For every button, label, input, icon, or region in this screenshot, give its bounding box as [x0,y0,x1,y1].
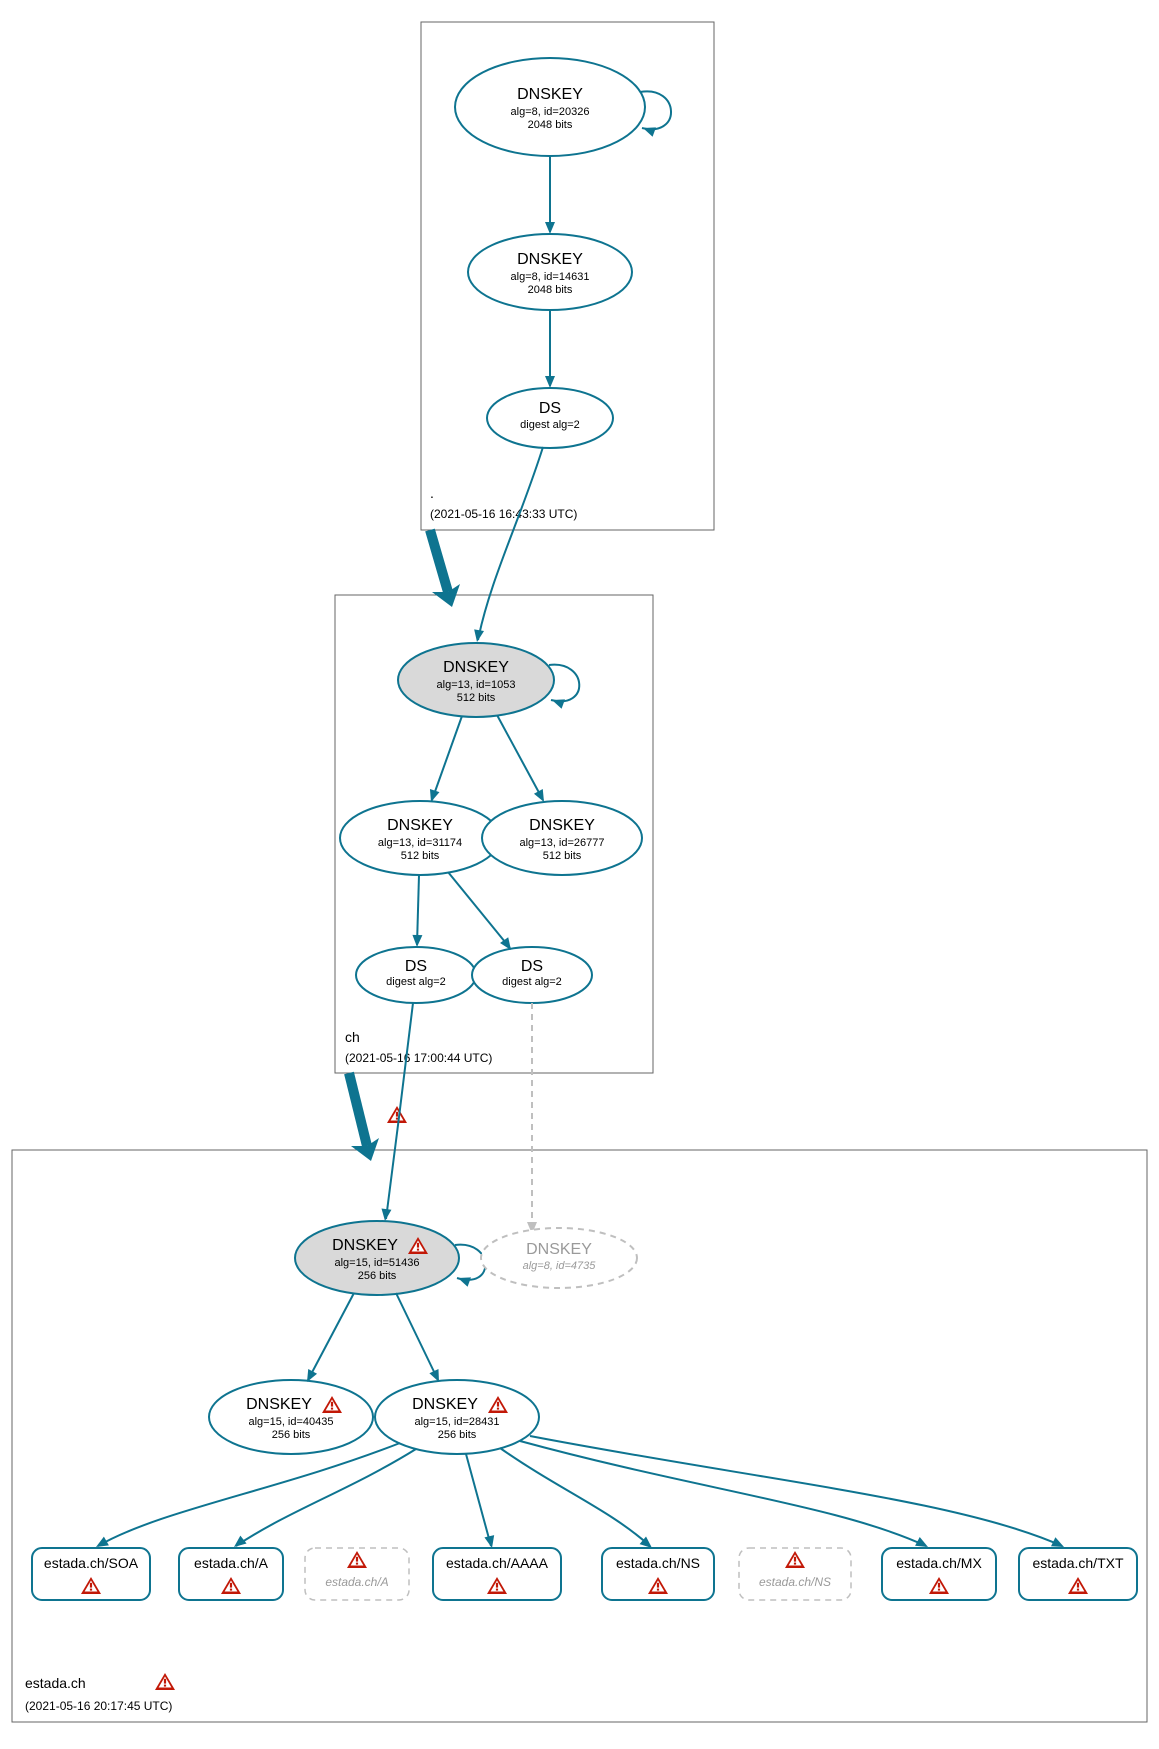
node-ch-zsk1-title: DNSKEY [387,817,453,834]
node-ch-ds1-title: DS [405,958,427,975]
node-ch-ds1[interactable]: DS digest alg=2 [356,947,476,1003]
node-ch-ds2-l1: digest alg=2 [502,976,562,988]
node-root-ds-title: DS [539,400,561,417]
node-rr-ns-na-title: estada.ch/NS [759,1575,831,1589]
zone-ch-time: (2021-05-16 17:00:44 UTC) [345,1051,492,1065]
node-root-zsk-title: DNSKEY [517,251,583,268]
node-est-missing-l1: alg=8, id=4735 [523,1260,597,1272]
node-root-ksk-l2: 2048 bits [528,119,573,131]
node-rr-mx[interactable]: estada.ch/MX [882,1548,996,1600]
node-ch-zsk1[interactable]: DNSKEY alg=13, id=31174 512 bits [340,801,500,875]
node-est-ksk-title: DNSKEY [332,1237,398,1254]
node-est-zsk2-title: DNSKEY [412,1396,478,1413]
node-ch-ksk-l2: 512 bits [457,692,496,704]
node-ch-zsk2-l2: 512 bits [543,850,582,862]
zone-ch-label: ch [345,1029,360,1045]
node-root-ds-l1: digest alg=2 [520,419,580,431]
node-est-ksk-l2: 256 bits [358,1270,397,1282]
node-rr-aaaa-title: estada.ch/AAAA [446,1555,549,1571]
node-ch-zsk2-title: DNSKEY [529,817,595,834]
node-est-zsk1-l2: 256 bits [272,1429,311,1441]
node-rr-txt[interactable]: estada.ch/TXT [1019,1548,1137,1600]
node-est-ksk-l1: alg=15, id=51436 [334,1257,419,1269]
node-root-zsk-l1: alg=8, id=14631 [511,271,590,283]
zone-root-label: . [430,485,434,501]
node-rr-a-na[interactable]: estada.ch/A [305,1548,409,1600]
node-rr-soa-title: estada.ch/SOA [44,1555,139,1571]
node-root-ds[interactable]: DS digest alg=2 [487,388,613,448]
zone-estada-time: (2021-05-16 20:17:45 UTC) [25,1699,172,1713]
node-root-ksk-title: DNSKEY [517,86,583,103]
delegation-ch-to-estada [349,1073,367,1146]
node-est-zsk1[interactable]: DNSKEY alg=15, id=40435 256 bits [209,1380,373,1454]
node-rr-aaaa[interactable]: estada.ch/AAAA [433,1548,561,1600]
node-rr-mx-title: estada.ch/MX [896,1555,982,1571]
node-est-ksk[interactable]: DNSKEY alg=15, id=51436 256 bits [295,1221,459,1295]
node-est-zsk1-l1: alg=15, id=40435 [248,1416,333,1428]
zone-estada-warning-icon [155,1673,175,1690]
node-ch-zsk2[interactable]: DNSKEY alg=13, id=26777 512 bits [482,801,642,875]
node-est-zsk2-l2: 256 bits [438,1429,477,1441]
node-ch-ds2[interactable]: DS digest alg=2 [472,947,592,1003]
node-rr-a-title: estada.ch/A [194,1555,269,1571]
node-rr-txt-title: estada.ch/TXT [1032,1555,1123,1571]
node-root-zsk-l2: 2048 bits [528,284,573,296]
node-est-zsk1-title: DNSKEY [246,1396,312,1413]
node-rr-ns-na[interactable]: estada.ch/NS [739,1548,851,1600]
node-root-ksk[interactable]: DNSKEY alg=8, id=20326 2048 bits [455,58,645,156]
node-ch-ksk[interactable]: DNSKEY alg=13, id=1053 512 bits [398,643,554,717]
node-rr-a[interactable]: estada.ch/A [179,1548,283,1600]
node-ch-zsk2-l1: alg=13, id=26777 [519,837,604,849]
node-ch-ksk-title: DNSKEY [443,659,509,676]
node-root-zsk[interactable]: DNSKEY alg=8, id=14631 2048 bits [468,234,632,310]
node-root-ksk-l1: alg=8, id=20326 [511,106,590,118]
node-ch-zsk1-l2: 512 bits [401,850,440,862]
node-rr-a-na-title: estada.ch/A [325,1575,388,1589]
node-rr-soa[interactable]: estada.ch/SOA [32,1548,150,1600]
node-rr-ns[interactable]: estada.ch/NS [602,1548,714,1600]
node-est-missing[interactable]: DNSKEY alg=8, id=4735 [481,1228,637,1288]
node-ch-ds1-l1: digest alg=2 [386,976,446,988]
delegation-root-to-ch [430,530,448,592]
node-rr-ns-title: estada.ch/NS [616,1555,700,1571]
zone-estada-label: estada.ch [25,1675,86,1691]
node-ch-ds2-title: DS [521,958,543,975]
zone-root-time: (2021-05-16 16:43:33 UTC) [430,507,577,521]
node-est-missing-title: DNSKEY [526,1241,592,1258]
node-est-zsk2-l1: alg=15, id=28431 [414,1416,499,1428]
delegation-ch-estada-warning-icon [387,1106,407,1123]
node-ch-ksk-l1: alg=13, id=1053 [437,679,516,691]
node-ch-zsk1-l1: alg=13, id=31174 [378,837,462,849]
